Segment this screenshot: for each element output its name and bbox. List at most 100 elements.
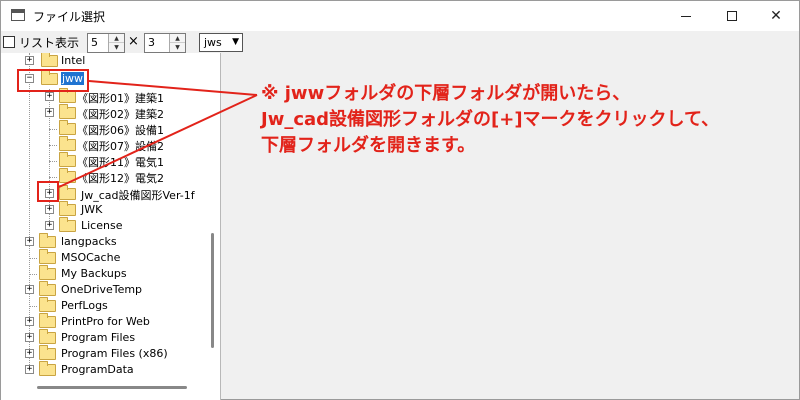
spin-up-icon[interactable]: ▲ xyxy=(109,34,124,43)
columns-spinner-buttons[interactable]: ▲ ▼ xyxy=(108,34,124,52)
tree-item-label[interactable]: PerfLogs xyxy=(61,299,108,312)
rows-value: 3 xyxy=(148,36,155,49)
tree-item-label[interactable]: 《図形06》設備1 xyxy=(77,122,164,138)
tree-item-label[interactable]: 《図形11》電気1 xyxy=(77,154,164,170)
highlight-jww-box xyxy=(17,69,89,92)
times-sign: × xyxy=(128,34,139,49)
tree-item-fig02[interactable]: + 《図形02》建築2 xyxy=(1,104,206,122)
tree-item-label[interactable]: MSOCache xyxy=(61,251,120,264)
close-icon: ✕ xyxy=(770,8,782,24)
tree-item-perflogs[interactable]: PerfLogs xyxy=(1,297,206,314)
tree-item-printpro[interactable]: + PrintPro for Web xyxy=(1,313,206,330)
title-bar: ファイル選択 ✕ xyxy=(1,1,799,31)
tree-item-license[interactable]: + License xyxy=(1,217,206,234)
rows-spinner-buttons[interactable]: ▲ ▼ xyxy=(169,34,185,52)
list-view-checkbox[interactable] xyxy=(3,36,15,48)
app-window-icon xyxy=(11,9,25,21)
tree-item-label[interactable]: ProgramData xyxy=(61,363,134,376)
folder-icon xyxy=(39,297,56,312)
expand-plus-icon[interactable]: + xyxy=(45,205,54,214)
tree-item-mybackups[interactable]: My Backups xyxy=(1,265,206,282)
tree-connector xyxy=(49,161,57,162)
tree-item-label[interactable]: OneDriveTemp xyxy=(61,283,142,296)
minimize-button[interactable] xyxy=(663,1,709,31)
expand-plus-icon[interactable]: + xyxy=(25,317,34,326)
close-button[interactable]: ✕ xyxy=(753,1,799,31)
tree-item-label[interactable]: 《図形02》建築2 xyxy=(77,106,164,122)
annotation-callout: ※ jwwフォルダの下層フォルダが開いたら、 Jw_cad設備図形フォルダの[+… xyxy=(261,81,781,159)
tree-item-label[interactable]: langpacks xyxy=(61,235,117,248)
expand-plus-icon[interactable]: + xyxy=(45,221,54,230)
folder-icon xyxy=(39,265,56,280)
tree-item-intel[interactable]: + Intel xyxy=(1,53,206,69)
tree-item-label[interactable]: License xyxy=(81,219,122,232)
tree-item-fig12[interactable]: 《図形12》電気2 xyxy=(1,168,206,186)
folder-icon xyxy=(59,120,76,135)
maximize-icon xyxy=(727,11,737,21)
expand-plus-icon[interactable]: + xyxy=(45,92,54,101)
folder-icon xyxy=(59,136,76,151)
tree-item-jwk[interactable]: + JWK xyxy=(1,201,206,218)
folder-icon xyxy=(39,345,56,360)
tree-item-label[interactable]: Intel xyxy=(61,54,85,67)
tree-item-label[interactable]: 《図形12》電気2 xyxy=(77,170,164,186)
tree-item-label[interactable]: PrintPro for Web xyxy=(61,315,150,328)
tree-connector xyxy=(49,177,57,178)
expand-plus-icon[interactable]: + xyxy=(25,56,34,65)
folder-icon xyxy=(59,217,76,232)
folder-icon xyxy=(59,152,76,167)
tree-connector xyxy=(29,274,37,275)
callout-line-1: ※ jwwフォルダの下層フォルダが開いたら、 xyxy=(261,83,631,104)
folder-icon xyxy=(39,329,56,344)
expand-plus-icon[interactable]: + xyxy=(45,108,54,117)
columns-spinner[interactable]: 5 ▲ ▼ xyxy=(87,33,125,53)
vertical-scrollbar[interactable] xyxy=(211,233,214,348)
tree-item-fig07[interactable]: 《図形07》設備2 xyxy=(1,136,206,154)
tree-connector xyxy=(29,258,37,259)
tree-item-onedrivetemp[interactable]: + OneDriveTemp xyxy=(1,281,206,298)
folder-icon xyxy=(59,88,76,103)
tree-connector xyxy=(29,306,37,307)
expand-plus-icon[interactable]: + xyxy=(25,365,34,374)
expand-plus-icon[interactable]: + xyxy=(25,333,34,342)
maximize-button[interactable] xyxy=(709,1,755,31)
tree-item-langpacks[interactable]: + langpacks xyxy=(1,233,206,250)
folder-icon xyxy=(39,281,56,296)
folder-icon xyxy=(59,185,76,200)
tree-item-label[interactable]: Jw_cad設備図形Ver-1f xyxy=(81,187,195,203)
tree-item-msocache[interactable]: MSOCache xyxy=(1,249,206,266)
tree-item-label[interactable]: JWK xyxy=(81,203,102,216)
rows-spinner[interactable]: 3 ▲ ▼ xyxy=(144,33,186,53)
tree-item-label[interactable]: 《図形07》設備2 xyxy=(77,138,164,154)
callout-line-2: Jw_cad設備図形フォルダの[+]マークをクリックして、 xyxy=(261,109,720,130)
folder-icon xyxy=(59,201,76,216)
tree-item-label[interactable]: Program Files (x86) xyxy=(61,347,168,360)
tree-item-programfilesx86[interactable]: + Program Files (x86) xyxy=(1,345,206,362)
folder-icon xyxy=(59,168,76,183)
spin-down-icon[interactable]: ▼ xyxy=(109,43,124,52)
spin-up-icon[interactable]: ▲ xyxy=(170,34,185,43)
tree-item-programfiles[interactable]: + Program Files xyxy=(1,329,206,346)
horizontal-scrollbar[interactable] xyxy=(37,386,187,389)
folder-icon xyxy=(39,233,56,248)
tree-item-jwcad[interactable]: + Jw_cad設備図形Ver-1f xyxy=(1,185,206,203)
tree-item-label[interactable]: My Backups xyxy=(61,267,127,280)
extension-select[interactable]: jws ▼ xyxy=(199,33,243,52)
expand-plus-icon[interactable]: + xyxy=(25,285,34,294)
expand-plus-icon[interactable]: + xyxy=(25,349,34,358)
chevron-down-icon[interactable]: ▼ xyxy=(232,37,239,47)
expand-plus-icon[interactable]: + xyxy=(25,237,34,246)
spin-down-icon[interactable]: ▼ xyxy=(170,43,185,52)
file-select-window: ファイル選択 ✕ リスト表示 5 ▲ ▼ × 3 ▲ ▼ jws ▼ + Int… xyxy=(0,0,800,400)
columns-value: 5 xyxy=(91,36,98,49)
tree-item-programdata[interactable]: + ProgramData xyxy=(1,361,206,378)
tree-item-fig11[interactable]: 《図形11》電気1 xyxy=(1,152,206,170)
folder-icon xyxy=(39,249,56,264)
tree-item-label[interactable]: Program Files xyxy=(61,331,135,344)
list-view-label: リスト表示 xyxy=(19,36,80,50)
highlight-expander-box xyxy=(37,181,59,202)
tree-item-fig06[interactable]: 《図形06》設備1 xyxy=(1,120,206,138)
folder-icon xyxy=(41,53,58,67)
folder-tree[interactable]: + Intel − jww + 《図形01》建築1 + 《図形02》建築2 《図… xyxy=(1,53,221,400)
tree-item-label[interactable]: 《図形01》建築1 xyxy=(77,90,164,106)
